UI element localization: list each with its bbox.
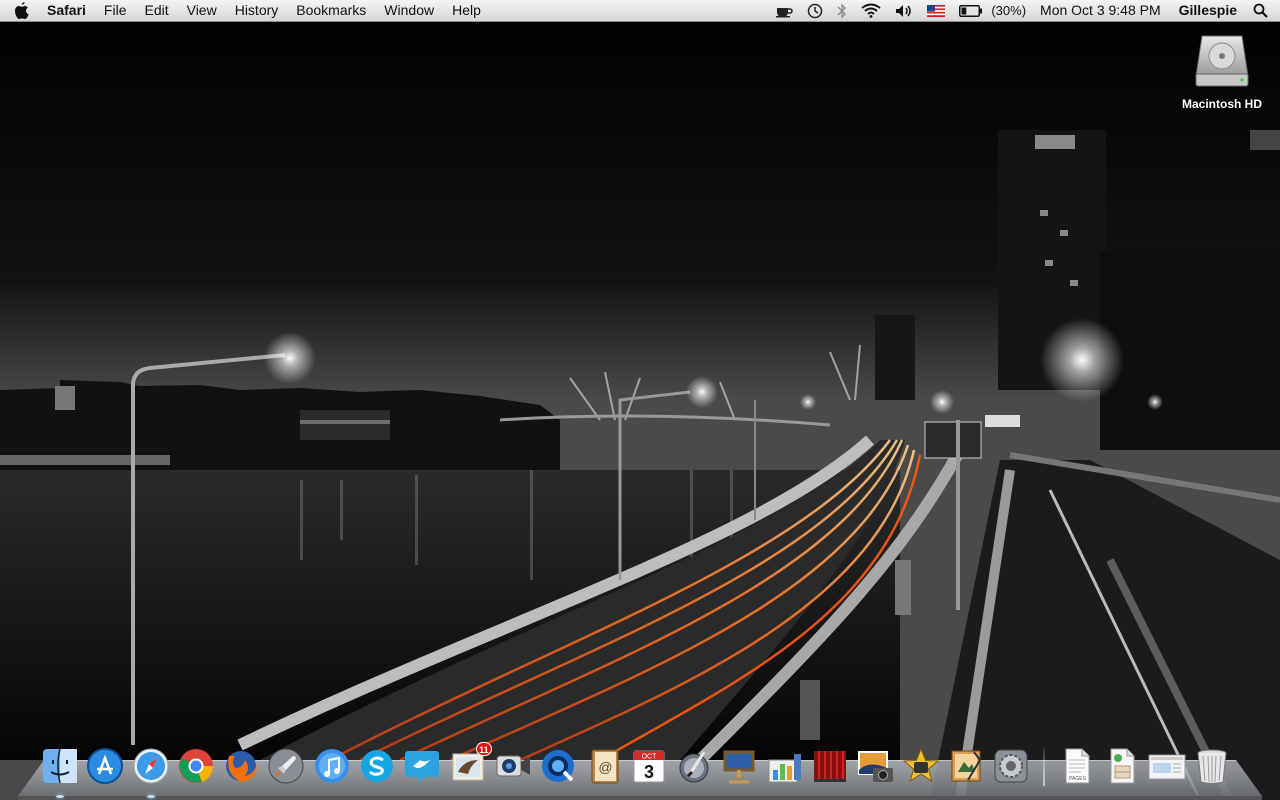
facetime-icon bbox=[496, 755, 530, 777]
app-store-icon bbox=[87, 748, 124, 784]
battery-icon[interactable] bbox=[952, 0, 985, 21]
desktop-wallpaper bbox=[0, 0, 1280, 800]
twitter-icon bbox=[405, 751, 440, 783]
iphoto-icon bbox=[858, 751, 894, 782]
calendar-icon: OCT3 bbox=[633, 750, 665, 783]
address-book-icon: @ bbox=[591, 749, 619, 784]
chrome-icon bbox=[178, 749, 213, 783]
mail-unread-badge: 11 bbox=[476, 742, 492, 756]
dock-app-store[interactable] bbox=[85, 746, 125, 786]
menu-app-safari[interactable]: Safari bbox=[38, 0, 95, 21]
dock-iphoto[interactable] bbox=[855, 746, 895, 786]
pages-document-icon: PAGES bbox=[1065, 748, 1090, 784]
finder-icon bbox=[43, 748, 77, 784]
apple-icon[interactable] bbox=[12, 1, 32, 20]
dock-launchpad[interactable] bbox=[266, 746, 306, 786]
system-preferences-icon bbox=[994, 749, 1028, 783]
us-flag-icon[interactable] bbox=[920, 0, 952, 21]
dock-front-row[interactable] bbox=[810, 746, 850, 786]
macintosh-hd-desktop-item[interactable]: Macintosh HD bbox=[1174, 30, 1270, 111]
dock-preview[interactable] bbox=[946, 746, 986, 786]
dock-divider[interactable] bbox=[1037, 746, 1051, 786]
numbers-icon bbox=[768, 754, 801, 783]
menu-window[interactable]: Window bbox=[375, 0, 443, 21]
dock-pages-document[interactable]: PAGES bbox=[1057, 746, 1097, 786]
calendar-month-text: OCT bbox=[641, 754, 657, 761]
battery-percent: (30%) bbox=[991, 3, 1027, 18]
dock-keynote[interactable] bbox=[719, 746, 759, 786]
battery-level-fill bbox=[961, 7, 967, 14]
keynote-icon bbox=[723, 750, 755, 784]
menu-bookmarks[interactable]: Bookmarks bbox=[287, 0, 375, 21]
dock-facetime[interactable] bbox=[493, 746, 533, 786]
volume-icon[interactable] bbox=[888, 0, 920, 21]
svg-text:@: @ bbox=[598, 759, 612, 775]
dock-chrome[interactable] bbox=[176, 746, 216, 786]
instruments-icon bbox=[679, 751, 709, 783]
package-icon bbox=[1110, 748, 1135, 784]
menu-file[interactable]: File bbox=[95, 0, 136, 21]
dock-trash[interactable] bbox=[1192, 746, 1232, 786]
skype-icon bbox=[361, 750, 394, 782]
launchpad-icon bbox=[268, 748, 304, 784]
coffee-icon[interactable] bbox=[768, 0, 800, 21]
dock-ical[interactable]: OCT 3 bbox=[629, 746, 669, 786]
dock-screenshot-file[interactable] bbox=[1147, 746, 1187, 786]
wifi-icon[interactable] bbox=[854, 0, 888, 21]
dock-skype[interactable] bbox=[357, 746, 397, 786]
menu-view[interactable]: View bbox=[178, 0, 226, 21]
screenshot-file-icon bbox=[1148, 754, 1186, 780]
dock-firefox[interactable] bbox=[221, 746, 261, 786]
finder-running-indicator bbox=[56, 795, 64, 798]
trash-icon bbox=[1197, 749, 1227, 784]
dock-safari[interactable] bbox=[131, 746, 171, 798]
pages-document-label: PAGES bbox=[1069, 776, 1087, 782]
dock: 11 @ OCT 3 PAGES bbox=[40, 742, 1238, 798]
safari-icon bbox=[133, 748, 169, 784]
quicktime-icon bbox=[542, 750, 575, 782]
dock-system-preferences[interactable] bbox=[991, 746, 1031, 786]
itunes-icon bbox=[314, 749, 349, 783]
imovie-icon bbox=[902, 747, 939, 783]
preview-icon bbox=[951, 750, 982, 782]
menu-bar: Safari File Edit View History Bookmarks … bbox=[0, 0, 1280, 22]
menu-history[interactable]: History bbox=[226, 0, 288, 21]
firefox-icon bbox=[226, 751, 258, 782]
dock-itunes[interactable] bbox=[312, 746, 352, 786]
dock-address-book[interactable]: @ bbox=[584, 746, 624, 786]
dock-imovie[interactable] bbox=[901, 746, 941, 786]
dock-finder[interactable] bbox=[40, 746, 80, 798]
front-row-icon bbox=[814, 751, 847, 782]
dock-twitter[interactable] bbox=[402, 746, 442, 786]
dock-mail[interactable]: 11 bbox=[448, 742, 492, 786]
dock-installer-package[interactable] bbox=[1102, 746, 1142, 786]
dock-numbers[interactable] bbox=[765, 746, 805, 786]
dock-instruments[interactable] bbox=[674, 746, 714, 786]
menu-help[interactable]: Help bbox=[443, 0, 490, 21]
calendar-day-text: 3 bbox=[644, 762, 654, 782]
menu-clock[interactable]: Mon Oct 3 9:48 PM bbox=[1032, 0, 1169, 21]
time-machine-icon[interactable] bbox=[800, 0, 830, 21]
safari-running-indicator bbox=[146, 795, 155, 798]
menu-edit[interactable]: Edit bbox=[135, 0, 177, 21]
dock-quicktime[interactable] bbox=[538, 746, 578, 786]
hard-drive-icon bbox=[1195, 35, 1249, 87]
macintosh-hd-label: Macintosh HD bbox=[1181, 97, 1262, 111]
bluetooth-icon[interactable] bbox=[830, 0, 854, 21]
spotlight-icon[interactable] bbox=[1247, 0, 1280, 21]
user-menu[interactable]: Gillespie bbox=[1169, 0, 1247, 21]
